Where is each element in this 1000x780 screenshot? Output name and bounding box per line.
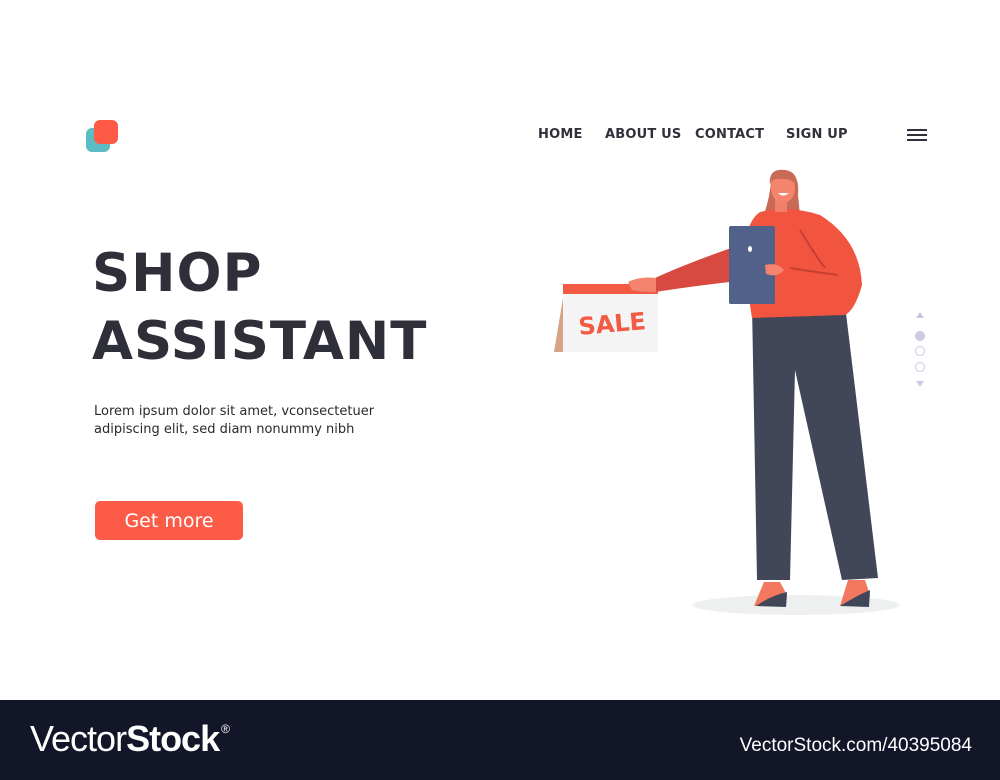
pager-dot-2[interactable] — [915, 346, 925, 356]
title-line-2: ASSISTANT — [92, 311, 428, 372]
shop-assistant-illustration: SALE — [554, 169, 900, 615]
hand — [628, 277, 656, 292]
image-url: VectorStock.com/40395084 — [739, 735, 972, 756]
registered-mark: ® — [221, 722, 230, 736]
sale-sign: SALE — [554, 284, 658, 352]
get-more-button[interactable]: Get more — [95, 501, 243, 540]
brand-bold: Stock — [126, 718, 220, 759]
hero-description: Lorem ipsum dolor sit amet, vconsectetue… — [94, 404, 375, 437]
vectorstock-logo: VectorStock ® — [30, 718, 230, 760]
arrow-up-icon[interactable] — [916, 312, 924, 318]
nav-sign-up[interactable]: SIGN UP — [786, 127, 848, 142]
arrow-down-icon[interactable] — [916, 381, 924, 387]
watermark-footer: VectorStock ® VectorStock.com/40395084 — [0, 700, 1000, 780]
page-title: SHOP ASSISTANT — [92, 240, 427, 376]
landing-page: HOME ABOUT US CONTACT SIGN UP SHOP ASSIS… — [0, 0, 1000, 700]
nav-home[interactable]: HOME — [538, 127, 583, 142]
pager-dot-1[interactable] — [915, 331, 925, 341]
pants — [752, 305, 878, 580]
logo-front-square — [94, 120, 118, 144]
brand-thin: Vector — [30, 718, 127, 759]
slide-pager — [914, 310, 928, 390]
nav-contact[interactable]: CONTACT — [695, 127, 764, 142]
brand-logo[interactable] — [86, 120, 120, 154]
pager-dot-3[interactable] — [915, 362, 925, 372]
hamburger-menu-icon[interactable] — [907, 129, 927, 141]
title-line-1: SHOP — [92, 243, 263, 304]
sale-sign-text: SALE — [577, 307, 647, 341]
nav-about-us[interactable]: ABOUT US — [605, 127, 682, 142]
